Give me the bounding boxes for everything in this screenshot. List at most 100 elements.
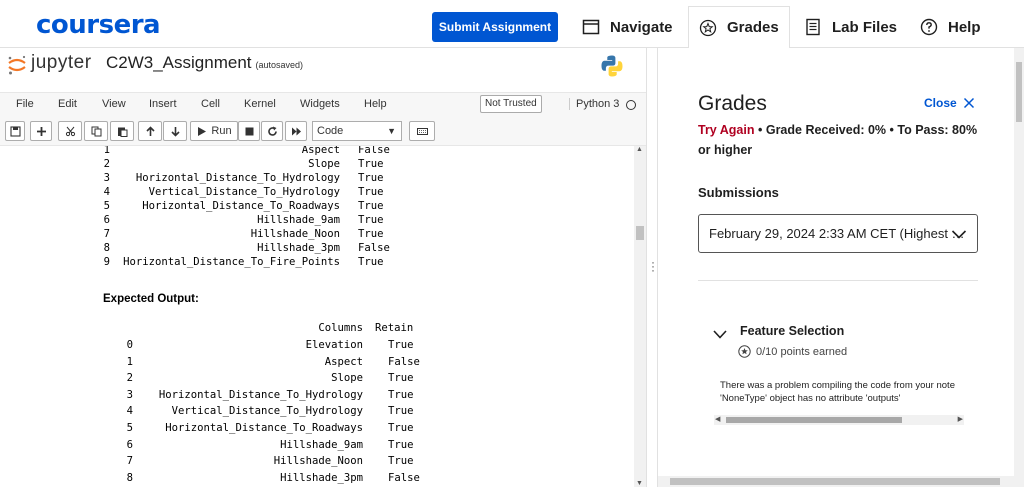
restart-button[interactable] xyxy=(261,121,283,141)
error-line-1: There was a problem compiling the code f… xyxy=(720,380,955,391)
notebook-title[interactable]: C2W3_Assignment (autosaved) xyxy=(106,53,303,73)
insert-cell-button[interactable] xyxy=(30,121,52,141)
menu-file[interactable]: File xyxy=(16,98,34,110)
panel-splitter[interactable]: · · · xyxy=(646,48,658,487)
tab-navigate[interactable]: Navigate xyxy=(582,6,673,48)
error-scrollbar[interactable]: ◀ ▶ xyxy=(714,415,964,425)
row-index: 9 xyxy=(103,256,110,268)
scrollbar-thumb[interactable] xyxy=(1016,62,1022,122)
row-column-name: Aspect xyxy=(324,355,363,368)
move-down-button[interactable] xyxy=(163,121,187,141)
chevron-down-icon xyxy=(951,230,967,239)
tab-lab-files[interactable]: Lab Files xyxy=(804,6,897,48)
grade-status: Try Again xyxy=(698,123,755,137)
grades-title: Grades xyxy=(698,92,767,115)
menu-edit[interactable]: Edit xyxy=(58,98,77,110)
menu-kernel[interactable]: Kernel xyxy=(244,98,276,110)
scroll-up-icon[interactable]: ▲ xyxy=(636,146,643,153)
scroll-right-icon[interactable]: ▶ xyxy=(958,415,963,423)
row-column-name: Elevation xyxy=(305,339,363,351)
row-column-name: Slope xyxy=(331,372,363,385)
restart-run-all-button[interactable] xyxy=(285,121,307,141)
stop-button[interactable] xyxy=(238,121,260,141)
submission-select[interactable]: February 29, 2024 2:33 AM CET (Highest … xyxy=(698,214,978,253)
row-column-name: Hillshade_Noon xyxy=(250,228,340,240)
keyboard-icon xyxy=(416,127,428,135)
scroll-left-icon[interactable]: ◀ xyxy=(715,415,720,423)
tab-navigate-label: Navigate xyxy=(610,18,673,36)
save-button[interactable] xyxy=(5,121,25,141)
row-index: 6 xyxy=(103,214,110,226)
grade-summary: Try Again • Grade Received: 0% • To Pass… xyxy=(698,123,978,157)
tab-help-label: Help xyxy=(948,18,981,36)
error-line-2: 'NoneType' object has no attribute 'outp… xyxy=(720,393,901,404)
tab-lab-files-label: Lab Files xyxy=(832,18,898,36)
menu-view[interactable]: View xyxy=(102,98,126,110)
menu-help[interactable]: Help xyxy=(364,98,387,110)
row-index: 2 xyxy=(103,158,110,170)
close-button[interactable]: Close xyxy=(924,96,975,110)
autosave-status: (autosaved) xyxy=(255,60,304,70)
arrow-up-icon xyxy=(145,125,155,136)
row-index: 0 xyxy=(126,339,133,351)
page-horizontal-scrollbar[interactable] xyxy=(658,476,1014,487)
row-retain-value: False xyxy=(388,355,420,368)
row-retain-value: True xyxy=(388,438,414,451)
scrollbar-thumb[interactable] xyxy=(726,417,902,423)
row-column-name: Vertical_Distance_To_Hydrology xyxy=(148,186,340,198)
row-column-name: Horizontal_Distance_To_Roadways xyxy=(142,200,340,212)
scrollbar-thumb[interactable] xyxy=(636,226,644,240)
points-earned: 0/10 points earned xyxy=(738,345,847,358)
divider xyxy=(698,280,978,281)
row-column-name: Vertical_Distance_To_Hydrology xyxy=(171,405,363,418)
row-column-name: Hillshade_9am xyxy=(280,438,363,451)
row-column-name: Hillshade_9am xyxy=(257,214,340,226)
coursera-logo[interactable]: coursera xyxy=(36,10,161,40)
row-retain-value: True xyxy=(388,405,414,418)
tab-help[interactable]: Help xyxy=(920,6,981,48)
top-bar: coursera Submit Assignment Navigate Grad… xyxy=(0,0,1024,48)
arrow-down-icon xyxy=(170,126,180,137)
copy-button[interactable] xyxy=(84,121,108,141)
row-retain-value: False xyxy=(358,242,390,254)
window-icon xyxy=(582,19,600,35)
restart-icon xyxy=(267,126,277,136)
chevron-down-icon[interactable] xyxy=(713,329,727,339)
trust-indicator[interactable]: Not Trusted xyxy=(480,95,542,113)
cut-button[interactable] xyxy=(58,121,82,141)
row-retain-value: True xyxy=(358,214,384,226)
feature-selection-title[interactable]: Feature Selection xyxy=(740,324,844,338)
command-palette-button[interactable] xyxy=(409,121,435,141)
row-index: 5 xyxy=(126,422,133,434)
python-logo-icon xyxy=(601,55,623,77)
scrollbar-thumb[interactable] xyxy=(670,478,1000,485)
notebook-scrollbar[interactable]: ▲ ▼ xyxy=(634,146,646,487)
chevron-down-icon: ▼ xyxy=(387,126,396,136)
points-value: 0/10 points earned xyxy=(756,345,848,358)
error-message: There was a problem compiling the code f… xyxy=(720,379,964,405)
paste-button[interactable] xyxy=(110,121,134,141)
jupyter-wordmark[interactable]: jupyter xyxy=(31,52,92,74)
drag-handle-icon[interactable]: · · · xyxy=(651,256,655,276)
cell-type-select[interactable]: Code ▼ xyxy=(312,121,402,141)
notebook-name[interactable]: C2W3_Assignment xyxy=(106,53,252,72)
scissors-icon xyxy=(65,126,75,136)
menu-widgets[interactable]: Widgets xyxy=(300,98,340,110)
row-index: 7 xyxy=(103,228,110,240)
row-column-name: Horizontal_Distance_To_Roadways xyxy=(165,422,363,434)
play-icon xyxy=(198,126,207,136)
menu-cell[interactable]: Cell xyxy=(201,98,220,110)
run-button[interactable]: Run xyxy=(190,121,238,141)
kernel-name[interactable]: Python 3 xyxy=(569,98,619,110)
close-label: Close xyxy=(924,96,957,110)
menu-insert[interactable]: Insert xyxy=(149,98,177,110)
submit-assignment-button[interactable]: Submit Assignment xyxy=(432,12,558,42)
row-retain-value: True xyxy=(388,422,414,434)
tab-grades[interactable]: Grades xyxy=(688,6,790,48)
row-index: 8 xyxy=(103,242,110,254)
panel-scrollbar[interactable] xyxy=(1014,48,1024,487)
scroll-down-icon[interactable]: ▼ xyxy=(636,480,643,487)
move-up-button[interactable] xyxy=(138,121,162,141)
notebook-header: jupyter C2W3_Assignment (autosaved) xyxy=(0,48,646,86)
row-column-name: Horizontal_Distance_To_Hydrology xyxy=(135,172,340,184)
